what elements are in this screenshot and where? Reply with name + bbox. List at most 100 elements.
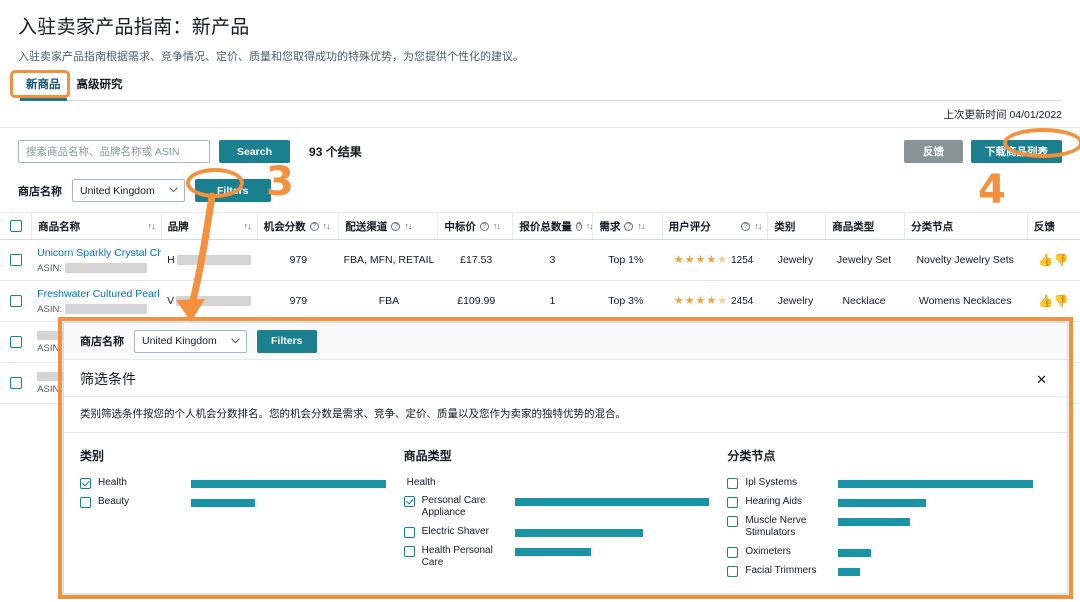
col-header-node: 分类节点 [904,213,1027,239]
filter-checkbox[interactable] [404,527,415,538]
sort-icon[interactable]: ↑↓ [404,221,411,231]
info-icon[interactable]: ? [480,222,489,231]
table-row: Unicorn Sparkly Crystal Cham …ASIN:H979F… [0,240,1080,281]
cell-product-type-value: Jewelry Set [837,254,891,266]
rating-count: 1254 [731,255,753,266]
filter-item: Hearing Aids [727,496,1033,508]
thumbs-down-icon[interactable]: 👎 [1054,253,1069,267]
thumbs-up-icon[interactable]: 👍 [1038,253,1053,267]
col-header-price[interactable]: 中标价 ? ↑↓ [437,213,512,239]
cell-opportunity-score: 979 [257,240,339,280]
filter-checkbox[interactable] [80,478,91,489]
col-header-type: 商品类型 [825,213,904,239]
filter-bar-fill [838,568,859,576]
filter-bar-fill [515,498,710,506]
cell-product-type: Necklace [825,281,904,321]
row-select-checkbox[interactable] [10,254,22,266]
row-select-checkbox[interactable] [10,336,22,348]
cell-browse-node-value: Novelty Jewelry Sets [916,254,1013,266]
filter-checkbox[interactable] [727,566,738,577]
col-header-score[interactable]: 机会分数 ? ↑↓ [257,213,339,239]
cell-winning-price: £17.53 [439,240,514,280]
asin-label: ASIN: [37,304,62,315]
filter-bar-track [191,477,386,488]
sort-icon[interactable]: ↑↓ [323,221,330,231]
feedback-thumbs[interactable]: 👍👎 [1038,253,1069,267]
sort-icon[interactable]: ↑↓ [244,221,251,231]
row-select-checkbox[interactable] [10,295,22,307]
feedback-button[interactable]: 反馈 [904,140,963,163]
thumbs-up-icon[interactable]: 👍 [1038,294,1053,308]
sort-icon[interactable]: ↑↓ [637,221,644,231]
filter-item-label: Beauty [98,496,184,508]
filter-checkbox[interactable] [404,546,415,557]
asin-line: ASIN: [37,263,155,274]
filter-checkbox[interactable] [727,516,738,527]
sort-icon[interactable]: ↑↓ [493,221,500,231]
redacted-asin [65,304,147,314]
col-header-brand[interactable]: 品牌 ↑↓ [161,213,257,239]
col-header-demand-label: 需求 [599,219,620,234]
filter-panel-description: 类别筛选条件按您的个人机会分数排名。您的机会分数是需求、竞争、定价、质量以及您作… [64,397,1067,433]
download-product-list-button[interactable]: 下载商品列表 [971,140,1062,163]
col-header-channel[interactable]: 配送渠道 ? ↑↓ [338,213,437,239]
product-name-link[interactable]: Unicorn Sparkly Crystal Cham … [37,247,155,260]
col-header-node-label: 分类节点 [911,219,953,234]
feedback-thumbs[interactable]: 👍👎 [1038,294,1069,308]
filter-bar-fill [191,499,255,507]
search-input[interactable] [18,140,210,163]
col-header-price-label: 中标价 [444,219,476,234]
cell-category: Jewelry [766,240,824,280]
info-icon[interactable]: ? [741,222,750,231]
brand-prefix: V [167,295,174,307]
filter-checkbox[interactable] [727,478,738,489]
filter-column-title: 商品类型 [404,447,710,464]
tab-advanced-research[interactable]: 高级研究 [69,76,131,100]
filter-bar-fill [515,548,591,556]
filter-bar-fill [838,499,926,507]
filter-panel-store-select[interactable]: United Kingdom [134,330,247,353]
cell-product-type: Jewelry Set [825,240,904,280]
sort-icon[interactable]: ↑↓ [148,221,155,231]
col-header-name[interactable]: 商品名称 ↑↓ [31,213,160,239]
filter-checkbox[interactable] [80,497,91,508]
info-icon[interactable]: ? [391,222,400,231]
filter-bar-fill [838,518,910,526]
product-name-link[interactable]: Freshwater Cultured Pearl Neck… [37,288,155,301]
close-icon[interactable]: ✕ [1032,371,1051,388]
rating-stars: ★★★★★ [674,296,727,307]
last-updated-row: 上次更新时间 04/01/2022 [0,101,1080,128]
info-icon[interactable]: ? [576,222,582,231]
filter-bar-track [515,545,710,556]
search-button[interactable]: Search [219,140,290,163]
filter-panel-store-bar: 商店名称 United Kingdom Filters [64,323,1067,360]
filter-bar-track [515,495,710,506]
cell-category-value: Jewelry [778,254,814,266]
cell-demand-value: Top 3% [608,295,643,307]
sort-icon[interactable]: ↑↓ [754,221,761,231]
cell-demand: Top 3% [591,281,661,321]
col-header-rating[interactable]: 用户评分 ? ↑↓ [662,213,768,239]
filters-button[interactable]: Filters [195,179,271,202]
filter-group-label: Health [407,477,710,488]
col-header-quantity[interactable]: 报价总数量 ? ↑↓ [512,213,592,239]
filter-bar-fill [838,480,1033,488]
filter-checkbox[interactable] [727,497,738,508]
filter-panel-filters-button[interactable]: Filters [257,330,317,353]
store-select[interactable]: United Kingdom [72,179,185,202]
filter-bar-fill [191,480,386,488]
filter-item-label: Hearing Aids [745,496,831,508]
filter-item: Electric Shaver [404,526,710,538]
info-icon[interactable]: ? [310,222,319,231]
col-header-demand[interactable]: 需求 ? ↑↓ [592,213,661,239]
thumbs-down-icon[interactable]: 👎 [1054,294,1069,308]
info-icon[interactable]: ? [624,222,633,231]
row-select-checkbox[interactable] [10,377,22,389]
cell-offer-quantity: 3 [514,240,591,280]
select-all-checkbox[interactable] [10,220,22,232]
filter-panel-store-label: 商店名称 [80,333,124,349]
filter-checkbox[interactable] [404,496,415,507]
filter-checkbox[interactable] [727,547,738,558]
filter-item-label: Oximeters [745,546,831,558]
cell-brand: V [161,281,257,321]
